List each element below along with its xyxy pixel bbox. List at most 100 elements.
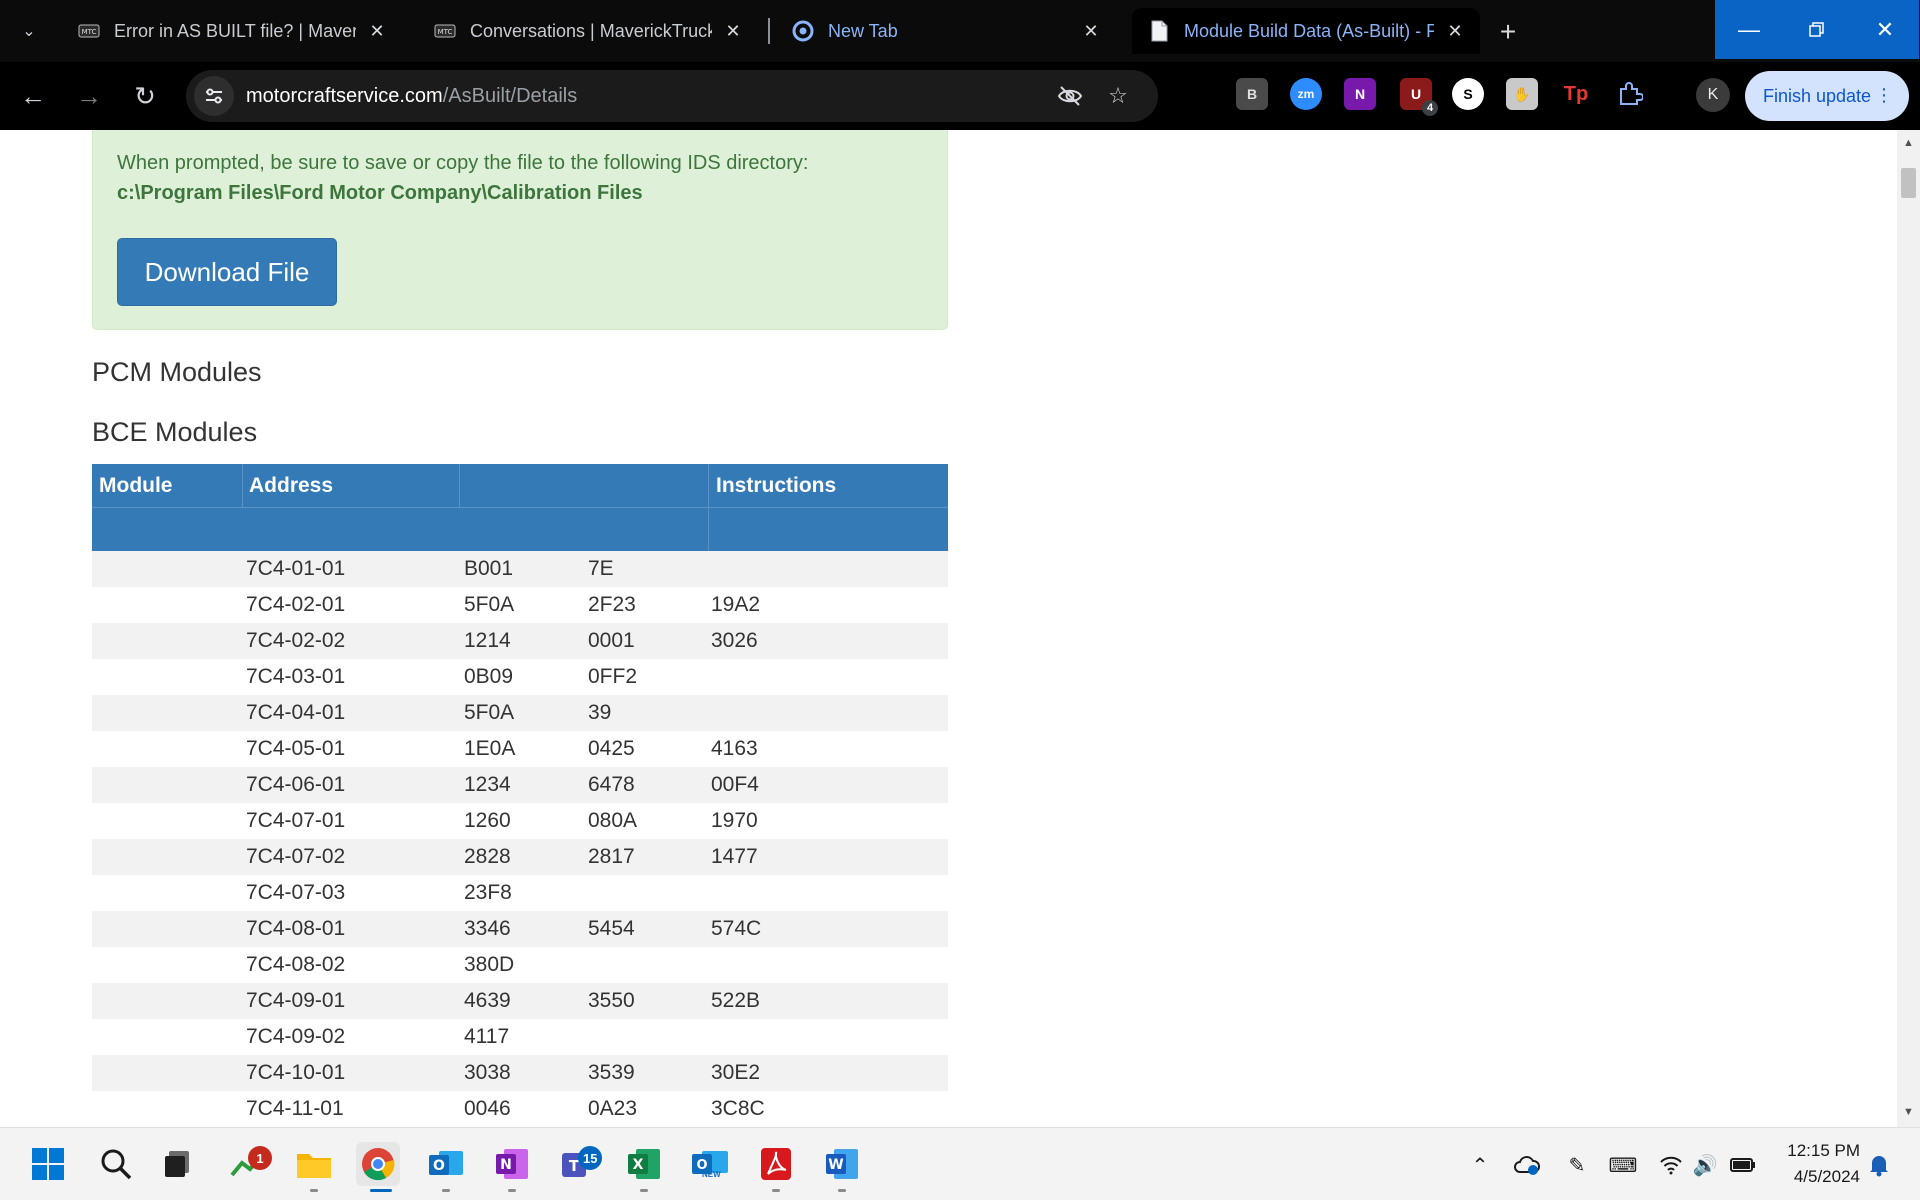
notifications-button[interactable] [1864,1150,1894,1180]
tab-close-icon[interactable]: ✕ [722,20,744,42]
profile-avatar[interactable]: K [1696,78,1730,112]
forward-button[interactable]: → [68,75,110,117]
onenote-button[interactable]: N [490,1142,534,1186]
cell-value-2: 0FF2 [588,665,638,688]
tab-search-button[interactable]: ⌄ [10,14,48,48]
extension-b-button[interactable]: B [1236,78,1268,110]
svg-text:X: X [633,1157,644,1173]
header-divider [242,464,243,507]
tab-new-tab[interactable]: New Tab ✕ [776,8,1116,54]
close-window-button[interactable]: ✕ [1851,0,1919,59]
clock-date[interactable]: 4/5/2024 [1770,1167,1860,1187]
svg-text:MTC: MTC [82,28,97,36]
tab-title: Conversations | MaverickTruckC [470,20,712,41]
new-outlook-button[interactable]: O NEW [688,1142,732,1186]
cell-instructions: 574C [711,917,762,940]
star-icon: ☆ [1108,83,1128,108]
zoom-extension-button[interactable]: zm [1290,78,1322,110]
header-module: Module [99,473,173,497]
cell-value-1: 23F8 [464,881,512,904]
tab-close-icon[interactable]: ✕ [366,20,388,42]
tp-extension-button[interactable]: Tp [1560,78,1592,110]
shield-extension-button[interactable]: U 4 [1400,78,1438,116]
page-scrollbar[interactable]: ▲ ▼ [1897,130,1920,1127]
acrobat-button[interactable] [754,1142,798,1186]
cell-address: 7C4-01-01 [246,557,346,580]
onenote-extension-button[interactable]: N [1344,78,1376,110]
tab-title: Error in AS BUILT file? | Maveric [114,20,356,41]
scroll-thumb[interactable] [1901,168,1916,198]
clock-time[interactable]: 12:15 PM [1770,1141,1860,1161]
extensions-menu-button[interactable] [1614,78,1646,110]
finish-update-button[interactable]: Finish update ⋮ [1745,71,1909,121]
download-file-button[interactable]: Download File [117,238,337,306]
tp-logo-icon: Tp [1563,82,1589,105]
stocks-app-button[interactable]: 1 [226,1142,272,1186]
chrome-favicon-icon [792,20,814,42]
battery-button[interactable] [1728,1150,1758,1180]
tab-module-build-data[interactable]: Module Build Data (As-Built) - F ✕ [1132,8,1480,54]
hand-extension-button[interactable]: ✋ [1506,78,1538,110]
bce-modules-table: Module Address Instructions 7C4-01-01 B00… [92,464,948,1127]
tracking-protection-button[interactable] [1050,70,1090,122]
alert-path: c:\Program Files\Ford Motor Company\Cali… [117,182,643,204]
tab-close-icon[interactable]: ✕ [1444,20,1466,42]
word-button[interactable]: W [820,1142,864,1186]
task-view-button[interactable] [156,1142,200,1186]
reload-icon: ↻ [134,80,156,111]
search-button[interactable] [94,1142,138,1186]
header-divider [459,464,460,507]
bookmark-star-button[interactable]: ☆ [1098,70,1138,122]
address-bar[interactable]: motorcraftservice.com/AsBuilt/Details ☆ [186,70,1158,122]
cell-instructions: 1477 [711,845,758,868]
tab-conversations[interactable]: MTC Conversations | MaverickTruckC ✕ [418,8,758,54]
header-row-divider [92,507,948,508]
teams-button[interactable]: T 15 [556,1142,603,1186]
network-button[interactable] [1656,1150,1686,1180]
puzzle-icon [1620,82,1643,105]
site-info-button[interactable] [194,76,234,116]
onedrive-button[interactable] [1512,1150,1542,1180]
s-extension-button[interactable]: S [1452,78,1484,110]
back-button[interactable]: ← [12,75,54,117]
cell-instructions: 1970 [711,809,758,832]
cell-address: 7C4-09-02 [246,1025,346,1048]
windows-logo-icon [32,1148,64,1180]
cell-value-1: 3346 [464,917,511,940]
chevron-up-icon: ⌃ [1471,1154,1489,1177]
start-button[interactable] [26,1142,70,1186]
cell-value-2: 2F23 [588,593,636,616]
excel-button[interactable]: X [622,1142,666,1186]
scroll-up-arrow-icon[interactable]: ▲ [1897,134,1920,152]
cell-value-1: 5F0A [464,593,515,616]
pen-menu-button[interactable]: ✎ [1562,1150,1592,1180]
tab-close-icon[interactable]: ✕ [1080,20,1102,42]
tab-separator [768,18,770,44]
minimize-button[interactable]: — [1715,0,1783,59]
table-row: 7C4-02-02 1214 0001 3026 [92,623,948,659]
bce-modules-heading: BCE Modules [92,417,258,447]
cell-address: 7C4-11-01 [246,1097,344,1120]
restore-icon [1809,21,1824,37]
volume-button[interactable]: 🔊 [1690,1150,1720,1180]
cell-value-2: 0425 [588,737,635,760]
tab-error-as-built[interactable]: MTC Error in AS BUILT file? | Maveric ✕ [62,8,402,54]
wifi-icon [1660,1156,1682,1175]
outlook-button[interactable]: O [424,1142,468,1186]
restore-button[interactable] [1783,0,1851,59]
svg-text:N: N [500,1157,512,1173]
file-explorer-button[interactable] [292,1142,336,1186]
chrome-taskbar-button[interactable] [356,1142,400,1186]
extension-badge: 4 [1422,100,1438,116]
show-hidden-icons-button[interactable]: ⌃ [1465,1150,1495,1180]
cell-instructions: 00F4 [711,773,759,796]
table-row: 7C4-05-01 1E0A 0425 4163 [92,731,948,767]
cell-value-1: 1214 [464,629,511,652]
table-row: 7C4-09-02 4117 [92,1019,948,1055]
reload-button[interactable]: ↻ [124,75,166,117]
scroll-down-arrow-icon[interactable]: ▼ [1897,1103,1920,1121]
cell-instructions: 30E2 [711,1061,761,1084]
table-row: 7C4-07-02 2828 2817 1477 [92,839,948,875]
touch-keyboard-button[interactable]: ⌨ [1608,1150,1638,1180]
new-tab-button[interactable]: + [1490,14,1526,50]
